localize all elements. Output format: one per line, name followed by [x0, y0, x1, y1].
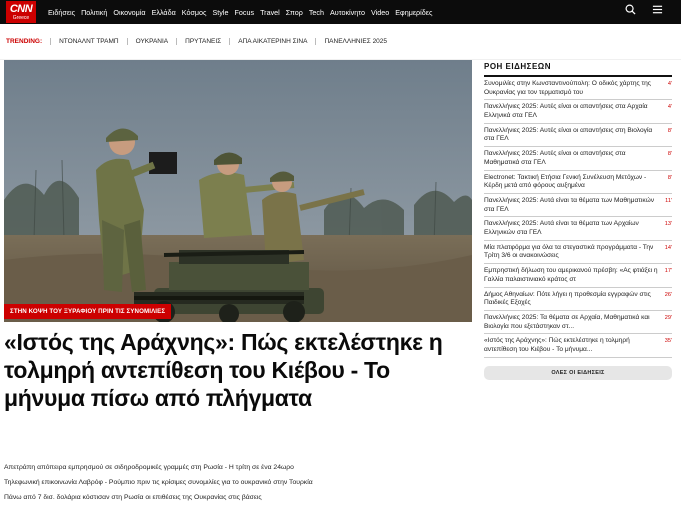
trending-item[interactable]: ΑΠΑ ΑΙΚΑΤΕΡΙΝΗ ΣΙΝΑ — [229, 38, 315, 45]
news-feed-item-time: 4' — [667, 104, 672, 111]
news-feed-item-title: «Ιστός της Αράχνης»: Πώς εκτελέστηκε η τ… — [484, 337, 630, 353]
news-feed-item[interactable]: Δήμος Αθηναίων: Πότε λήγει η προθεσμία ε… — [484, 288, 672, 311]
nav-item[interactable]: Travel — [260, 8, 280, 17]
news-feed-item[interactable]: Electronet: Τακτική Ετήσια Γενική Συνέλε… — [484, 171, 672, 194]
news-feed-item-time: 35' — [664, 338, 672, 345]
trending-item[interactable]: ΟΥΚΡΑΝΙΑ — [126, 38, 177, 45]
news-feed-title: ΡΟΗ ΕΙΔΗΣΕΩΝ — [484, 60, 672, 77]
news-feed-item[interactable]: Μία πλατφόρμα για όλα τα στεγαστικά προγ… — [484, 241, 672, 265]
nav-item[interactable]: Style — [213, 8, 229, 17]
hero-headline[interactable]: «Ιστός της Αράχνης»: Πώς εκτελέστηκε η τ… — [4, 328, 472, 412]
related-story-link[interactable]: Πάνω από 7 δισ. δολάρια κόστισαν στη Ρωσ… — [4, 490, 472, 505]
news-feed-item-time: 26' — [664, 291, 672, 298]
news-feed-sidebar: ΡΟΗ ΕΙΔΗΣΕΩΝ Συνομιλίες στην Κωνσταντινο… — [484, 60, 672, 380]
news-feed-item-title: Πανελλήνιες 2025: Αυτές είναι οι απαντήσ… — [484, 103, 648, 120]
nav-item[interactable]: Focus — [234, 8, 254, 17]
trending-item[interactable]: ΠΑΝΕΛΛΗΝΙΕΣ 2025 — [315, 38, 395, 45]
news-feed-item-title: Δήμος Αθηναίων: Πότε λήγει η προθεσμία ε… — [484, 290, 651, 307]
news-feed-item[interactable]: Συνομιλίες στην Κωνσταντινούπολη: Ο οδικ… — [484, 77, 672, 101]
related-story-link[interactable]: Τηλεφωνική επικοινωνία Λαβρόφ - Ρούμπιο … — [4, 475, 472, 490]
news-feed-item[interactable]: Εμπρηστική δήλωση του αμερικανού πρέσβη:… — [484, 264, 672, 288]
news-feed-list: Συνομιλίες στην Κωνσταντινούπολη: Ο οδικ… — [484, 77, 672, 358]
news-feed-item-time: 29' — [664, 314, 672, 321]
hero-photo-illustration — [4, 60, 472, 322]
news-feed-item-time: 8' — [667, 174, 672, 181]
news-feed-item[interactable]: Πανελλήνιες 2025: Αυτές είναι οι απαντήσ… — [484, 124, 672, 148]
top-icons — [625, 4, 663, 15]
news-feed-item-time: 8' — [667, 151, 672, 158]
news-feed-item-title: Μία πλατφόρμα για όλα τα στεγαστικά προγ… — [484, 243, 654, 260]
hero-kicker[interactable]: ΣΤΗΝ ΚΟΨΗ ΤΟΥ ΞΥΡΑΦΙΟΥ ΠΡΙΝ ΤΙΣ ΣΥΝΟΜΙΛΙ… — [4, 304, 172, 319]
nav-item[interactable]: Ειδήσεις — [48, 8, 75, 17]
news-feed-item-time: 17' — [664, 268, 672, 275]
trending-item[interactable]: ΝΤΟΝΑΛΝΤ ΤΡΑΜΠ — [50, 38, 126, 45]
search-icon[interactable] — [625, 4, 636, 15]
logo-brand: CNN — [9, 2, 33, 15]
nav-item[interactable]: Εφημερίδες — [395, 8, 432, 17]
news-feed-item-time: 13' — [664, 221, 672, 228]
news-feed-item-title: Πανελλήνιες 2025: Αυτά είναι τα θέματα τ… — [484, 220, 639, 237]
trending-bar: TRENDING: ΝΤΟΝΑΛΝΤ ΤΡΑΜΠ ΟΥΚΡΑΝΙΑ ΠΡΥΤΑΝΕΙ… — [0, 24, 681, 60]
news-feed-item[interactable]: Πανελλήνιες 2025: Αυτές είναι οι απαντήσ… — [484, 100, 672, 124]
nav-item[interactable]: Οικονομία — [113, 8, 145, 17]
nav-item[interactable]: Ελλάδα — [152, 8, 176, 17]
menu-icon[interactable] — [652, 4, 663, 15]
news-feed-item-title: Εμπρηστική δήλωση του αμερικανού πρέσβη:… — [484, 267, 658, 283]
hero-image[interactable] — [4, 60, 472, 322]
news-feed-item-title: Πανελλήνιες 2025: Αυτές είναι οι απαντήσ… — [484, 150, 626, 166]
trending-item[interactable]: ΠΡΥΤΑΝΕΙΣ — [176, 38, 229, 45]
trending-label: TRENDING: — [6, 38, 43, 45]
news-feed-item[interactable]: Πανελλήνιες 2025: Αυτά είναι τα θέματα τ… — [484, 217, 672, 241]
news-feed-item-title: Πανελλήνιες 2025: Αυτές είναι οι απαντήσ… — [484, 126, 653, 143]
main-nav: Ειδήσεις Πολιτική Οικονομία Ελλάδα Κόσμος Sty… — [48, 8, 438, 17]
news-feed-item-title: Συνομιλίες στην Κωνσταντινούπολη: Ο οδικ… — [484, 80, 651, 96]
news-feed-item-time: 4' — [667, 81, 672, 87]
news-feed-item-time: 14' — [664, 244, 672, 251]
news-feed-item[interactable]: Πανελλήνιες 2025: Τα θέματα σε Αρχαία, Μ… — [484, 311, 672, 335]
news-feed-item-title: Electronet: Τακτική Ετήσια Γενική Συνέλε… — [484, 173, 647, 190]
news-feed-item-title: Πανελλήνιες 2025: Αυτά είναι τα θέματα τ… — [484, 196, 655, 213]
news-feed-item[interactable]: «Ιστός της Αράχνης»: Πώς εκτελέστηκε η τ… — [484, 334, 672, 358]
news-feed-item[interactable]: Πανελλήνιες 2025: Αυτά είναι τα θέματα τ… — [484, 194, 672, 218]
nav-item[interactable]: Κόσμος — [182, 8, 207, 17]
news-feed-item-title: Πανελλήνιες 2025: Τα θέματα σε Αρχαία, Μ… — [484, 313, 650, 330]
related-story-link[interactable]: Απετράπη απόπειρα εμπρησμού σε σιδηροδρο… — [4, 460, 472, 475]
related-stories: Απετράπη απόπειρα εμπρησμού σε σιδηροδρο… — [4, 460, 472, 505]
nav-item[interactable]: Αυτοκίνητο — [330, 8, 365, 17]
logo-edition: Greece — [12, 14, 30, 21]
nav-item[interactable]: Video — [371, 8, 389, 17]
nav-item[interactable]: Σπορ — [286, 8, 303, 17]
cnn-greece-logo[interactable]: CNN Greece — [6, 1, 36, 23]
all-news-button[interactable]: ΟΛΕΣ ΟΙ ΕΙΔΗΣΕΙΣ — [484, 365, 672, 380]
news-feed-item-time: 11' — [665, 197, 672, 204]
nav-item[interactable]: Tech — [309, 8, 324, 17]
news-feed-item[interactable]: Πανελλήνιες 2025: Αυτές είναι οι απαντήσ… — [484, 147, 672, 171]
news-feed-item-time: 8' — [667, 127, 672, 134]
top-nav-bar: CNN Greece Ειδήσεις Πολιτική Οικονομία Ελλά… — [0, 0, 681, 24]
nav-item[interactable]: Πολιτική — [81, 8, 107, 17]
